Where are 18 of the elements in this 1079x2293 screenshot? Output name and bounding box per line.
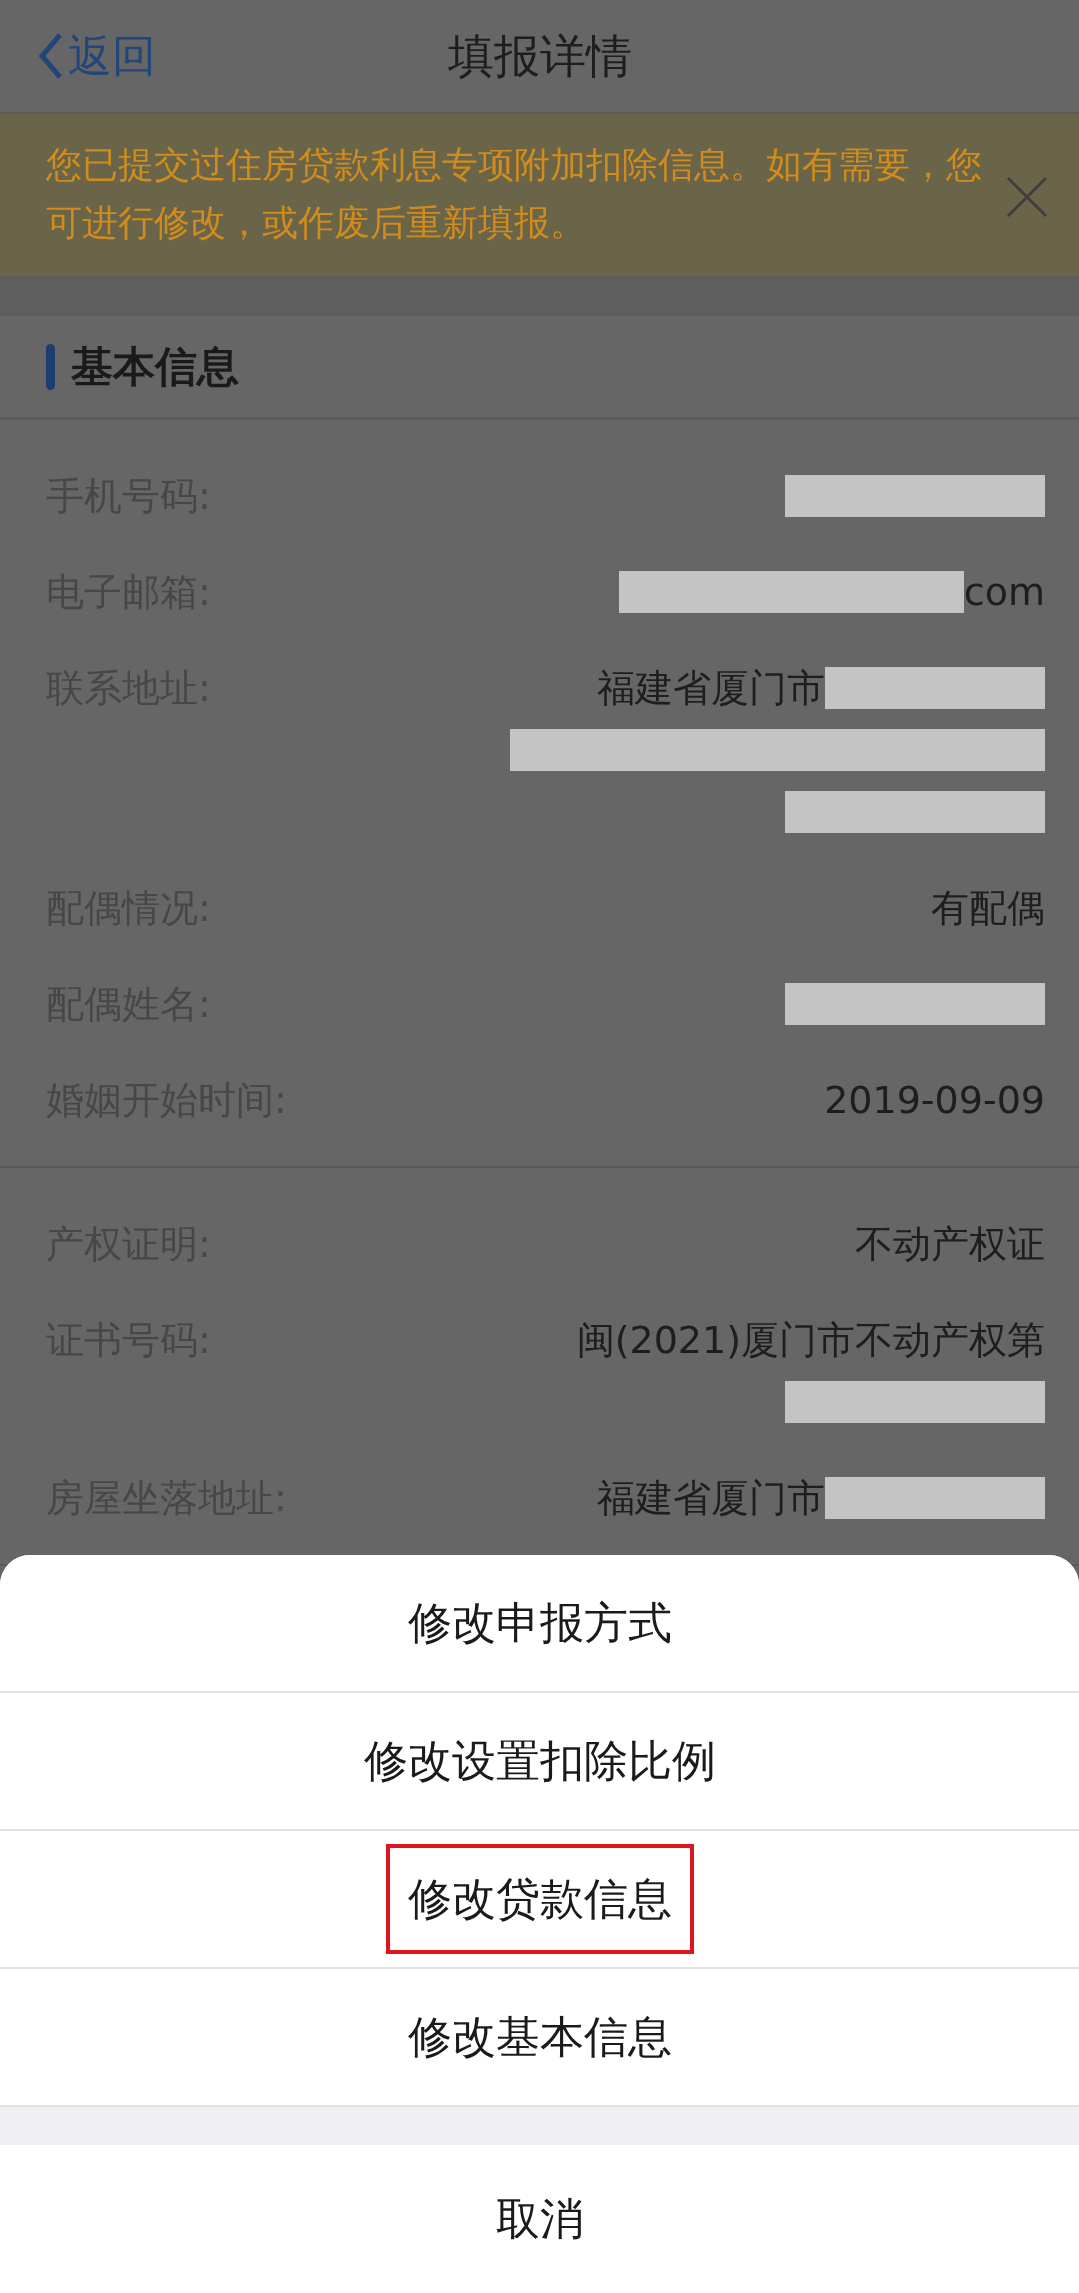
- cancel-button[interactable]: 取消: [0, 2145, 1079, 2293]
- action-sheet-item[interactable]: 修改申报方式: [0, 1555, 1079, 1693]
- notice-text: 您已提交过住房贷款利息专项附加扣除信息。如有需要，您可进行修改，或作废后重新填报。: [46, 143, 983, 245]
- back-chevron-icon: [38, 32, 64, 80]
- page-title: 填报详情: [447, 27, 632, 85]
- field-value: 2019-09-09: [824, 1076, 1045, 1124]
- action-sheet-item[interactable]: 修改贷款信息: [0, 1831, 1079, 1969]
- field-value: 有配偶: [931, 884, 1045, 932]
- action-sheet-item[interactable]: 修改基本信息: [0, 1969, 1079, 2107]
- field-value: com: [963, 568, 1045, 616]
- action-sheet-item[interactable]: 修改设置扣除比例: [0, 1693, 1079, 1831]
- section-title: 基本信息: [71, 341, 239, 393]
- close-icon: [1005, 175, 1049, 219]
- field-value: 福建省厦门市: [597, 1474, 825, 1522]
- section-marker: [46, 343, 55, 390]
- field-value: 不动产权证: [855, 1220, 1045, 1268]
- field-value: 闽(2021)厦门市不动产权第: [576, 1316, 1045, 1364]
- field-value: 福建省厦门市: [597, 664, 825, 712]
